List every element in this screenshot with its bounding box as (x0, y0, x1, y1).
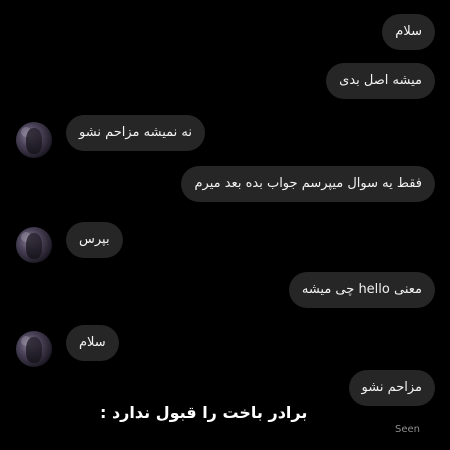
contact-avatar[interactable] (16, 122, 52, 158)
message-sent[interactable]: سلام (382, 14, 435, 50)
message-sent[interactable]: میشه اصل بدی (326, 63, 435, 99)
avatar-figure (26, 128, 42, 154)
message-sent[interactable]: معنی hello چی میشه (288, 272, 435, 308)
avatar-figure (26, 233, 42, 259)
seen-status: Seen (395, 424, 420, 435)
message-sent[interactable]: مزاحم نشو (348, 370, 435, 406)
message-received[interactable]: بپرس (66, 222, 123, 258)
meme-caption: برادر باخت را قبول ندارد : (100, 403, 308, 422)
message-sent[interactable]: فقط یه سوال میپرسم جواب بده بعد میرم (181, 166, 435, 202)
message-received[interactable]: سلام (66, 325, 119, 361)
contact-avatar[interactable] (16, 331, 52, 367)
avatar-figure (26, 337, 42, 363)
contact-avatar[interactable] (16, 227, 52, 263)
message-received[interactable]: نه نمیشه مزاحم نشو (66, 115, 205, 151)
